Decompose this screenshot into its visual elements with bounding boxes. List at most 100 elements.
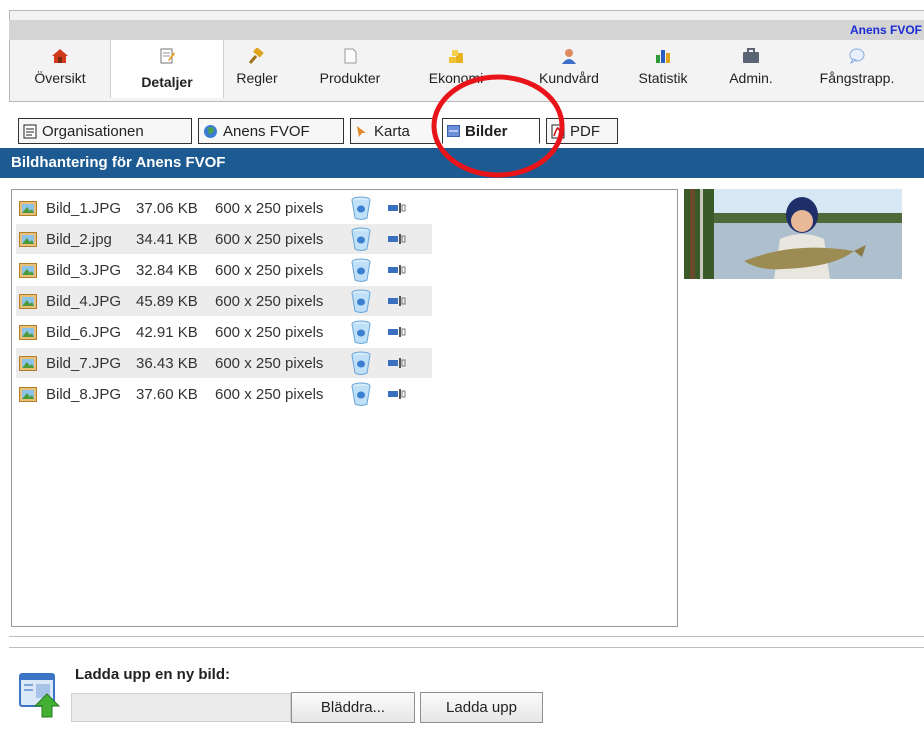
nav-label: Detaljer: [141, 74, 193, 90]
file-name[interactable]: Bild_3.JPG: [46, 262, 136, 279]
file-size: 42.91 KB: [136, 323, 198, 341]
image-icon: [447, 125, 460, 137]
nav-item-statistik[interactable]: Statistik: [624, 40, 702, 98]
delete-icon[interactable]: [350, 320, 372, 344]
tab-label: Karta: [374, 122, 410, 140]
nav-label: Fångstrapp.: [819, 70, 895, 86]
delete-icon[interactable]: [350, 196, 372, 220]
file-row: Bild_7.JPG 36.43 KB 600 x 250 pixels: [16, 348, 432, 378]
nav-item-detaljer[interactable]: Detaljer: [110, 40, 224, 98]
file-path-field[interactable]: [71, 693, 291, 722]
select-image-icon[interactable]: [388, 327, 406, 337]
nav-item-regler[interactable]: Regler: [224, 40, 290, 98]
speech-bubble-icon: [849, 48, 865, 64]
nav-item-fangstrapp[interactable]: Fångstrapp.: [800, 40, 914, 98]
nav-item-kundvard[interactable]: Kundvård: [516, 40, 622, 98]
nav-label: Admin.: [729, 70, 773, 86]
tab-label: Organisationen: [42, 122, 144, 140]
select-image-icon[interactable]: [388, 296, 406, 306]
file-name[interactable]: Bild_2.jpg: [46, 231, 136, 248]
select-image-icon[interactable]: [388, 203, 406, 213]
file-name[interactable]: Bild_8.JPG: [46, 386, 136, 403]
document-icon: [23, 124, 37, 138]
file-dimensions: 600 x 250 pixels: [215, 323, 324, 341]
select-image-icon[interactable]: [388, 389, 406, 399]
image-file-icon: [19, 355, 37, 371]
select-image-icon[interactable]: [388, 265, 406, 275]
file-name[interactable]: Bild_7.JPG: [46, 355, 136, 372]
image-file-icon: [19, 262, 37, 278]
image-file-icon: [19, 231, 37, 247]
nav-item-oversikt[interactable]: Översikt: [10, 40, 110, 98]
file-dimensions: 600 x 250 pixels: [215, 230, 324, 248]
nav-item-produkter[interactable]: Produkter: [304, 40, 396, 98]
briefcase-icon: [743, 48, 759, 63]
tab-label: PDF: [570, 122, 600, 140]
file-row: Bild_8.JPG 37.60 KB 600 x 250 pixels: [16, 379, 432, 409]
upload-image-icon: [19, 673, 61, 718]
tab-pdf[interactable]: PDF: [546, 118, 618, 144]
delete-icon[interactable]: [350, 382, 372, 406]
org-name: Anens FVOF: [849, 23, 922, 37]
gavel-icon: [248, 48, 264, 64]
nav-label: Produkter: [319, 70, 381, 86]
pdf-icon: [551, 124, 565, 138]
file-row: Bild_3.JPG 32.84 KB 600 x 250 pixels: [16, 255, 432, 285]
tab-karta[interactable]: Karta: [350, 118, 436, 144]
file-list: Bild_1.JPG 37.06 KB 600 x 250 pixels Bild_2…: [11, 189, 678, 627]
bar-chart-icon: [656, 50, 670, 63]
file-name[interactable]: Bild_4.JPG: [46, 293, 136, 310]
nav-label: Kundvård: [539, 70, 599, 86]
nav-label: Ekonomi: [428, 70, 484, 86]
tab-bilder[interactable]: Bilder: [442, 118, 540, 144]
file-size: 37.06 KB: [136, 199, 198, 217]
tab-organisationen[interactable]: Organisationen: [18, 118, 192, 144]
file-row: Bild_1.JPG 37.06 KB 600 x 250 pixels: [16, 193, 432, 223]
delete-icon[interactable]: [350, 289, 372, 313]
tab-anens-fvof[interactable]: Anens FVOF: [198, 118, 344, 144]
file-dimensions: 600 x 250 pixels: [215, 199, 324, 217]
delete-icon[interactable]: [350, 227, 372, 251]
document-icon: [344, 48, 357, 64]
delete-icon[interactable]: [350, 351, 372, 375]
section-title: Bildhantering för Anens FVOF: [0, 148, 924, 178]
user-icon: [562, 49, 576, 64]
map-pin-icon: [357, 126, 366, 137]
file-dimensions: 600 x 250 pixels: [215, 385, 324, 403]
nav-item-admin[interactable]: Admin.: [718, 40, 784, 98]
globe-icon: [204, 124, 217, 138]
org-strip: Anens FVOF: [9, 20, 924, 40]
file-name[interactable]: Bild_1.JPG: [46, 200, 136, 217]
image-file-icon: [19, 386, 37, 402]
nav-item-ekonomi[interactable]: Ekonomi: [410, 40, 502, 98]
edit-icon: [160, 48, 175, 64]
image-file-icon: [19, 293, 37, 309]
image-file-icon: [19, 324, 37, 340]
file-name[interactable]: Bild_6.JPG: [46, 324, 136, 341]
house-icon: [52, 49, 68, 63]
coins-icon: [449, 50, 463, 63]
tab-label: Anens FVOF: [223, 122, 310, 140]
select-image-icon[interactable]: [388, 358, 406, 368]
upload-button[interactable]: Ladda upp: [420, 692, 543, 723]
file-size: 32.84 KB: [136, 261, 198, 279]
upload-label: Ladda upp en ny bild:: [75, 666, 230, 683]
file-size: 37.60 KB: [136, 385, 198, 403]
nav-label: Statistik: [638, 70, 688, 86]
file-row: Bild_4.JPG 45.89 KB 600 x 250 pixels: [16, 286, 432, 316]
divider: [9, 636, 924, 648]
delete-icon[interactable]: [350, 258, 372, 282]
nav-label: Regler: [236, 70, 278, 86]
main-nav: Översikt Detaljer Regler Produkter Ekono…: [10, 40, 924, 98]
file-row: Bild_6.JPG 42.91 KB 600 x 250 pixels: [16, 317, 432, 347]
nav-label: Översikt: [34, 70, 86, 86]
browse-button[interactable]: Bläddra...: [291, 692, 415, 723]
file-dimensions: 600 x 250 pixels: [215, 261, 324, 279]
file-size: 45.89 KB: [136, 292, 198, 310]
select-image-icon[interactable]: [388, 234, 406, 244]
file-dimensions: 600 x 250 pixels: [215, 354, 324, 372]
file-size: 34.41 KB: [136, 230, 198, 248]
tab-label: Bilder: [465, 122, 508, 140]
file-row: Bild_2.jpg 34.41 KB 600 x 250 pixels: [16, 224, 432, 254]
file-size: 36.43 KB: [136, 354, 198, 372]
